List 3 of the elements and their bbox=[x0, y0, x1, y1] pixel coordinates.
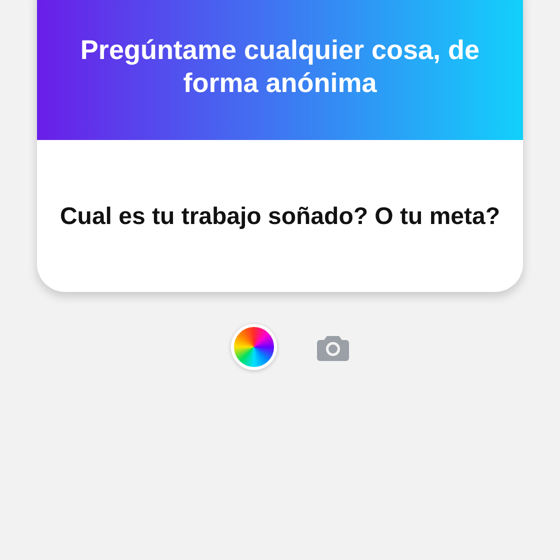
card-title: Pregúntame cualquier cosa, de forma anónima bbox=[79, 34, 481, 100]
question-text: Cual es tu trabajo soñado? O tu meta? bbox=[60, 202, 500, 232]
color-wheel-button[interactable] bbox=[231, 324, 277, 370]
